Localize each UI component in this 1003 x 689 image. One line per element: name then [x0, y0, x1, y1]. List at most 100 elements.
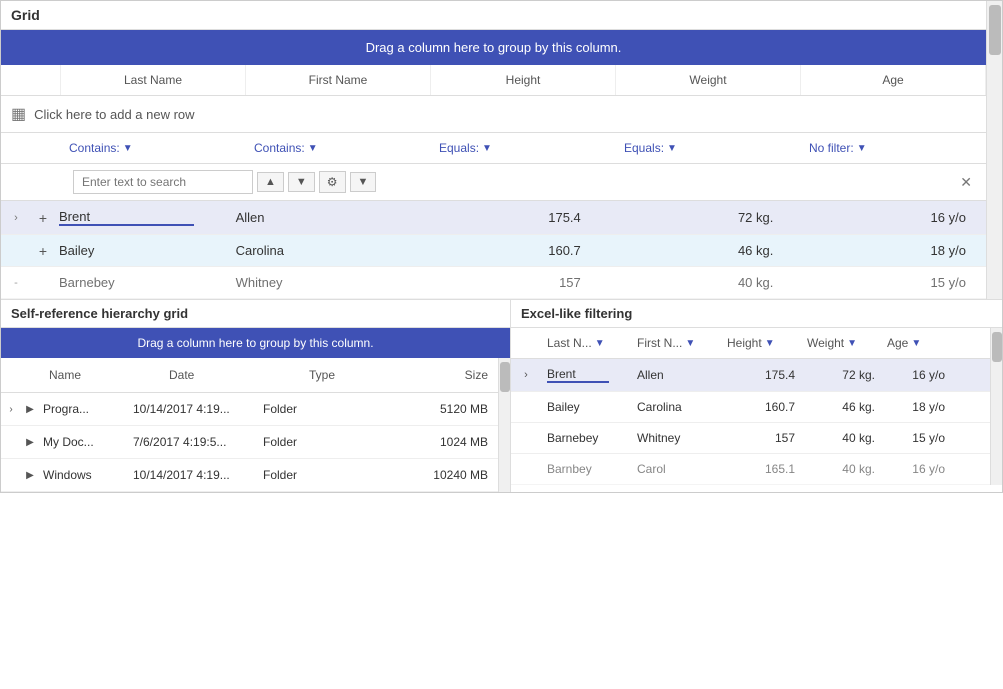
close-button[interactable]: ✕	[954, 172, 978, 193]
right-scrollbar[interactable]	[990, 328, 1002, 485]
filter-arrow-2[interactable]: ▼	[482, 143, 492, 154]
hier-col-size: Size	[381, 364, 498, 386]
left-scrollbar[interactable]	[498, 358, 510, 492]
top-scrollbar[interactable]	[986, 1, 1002, 299]
cell-age-1: 18 y/o	[793, 235, 986, 266]
col-header-firstname: First Name	[246, 65, 431, 95]
cell-firstname-0: Allen	[232, 202, 409, 233]
filter-label-1: Contains:	[254, 141, 305, 155]
table-icon: ▦	[11, 104, 26, 124]
filter-cell-lastname[interactable]: Contains: ▼	[61, 137, 246, 159]
hier-cell-size-1: 1024 MB	[329, 433, 498, 451]
excel-title: Excel-like filtering	[511, 300, 1002, 328]
excel-cell-a-3: 16 y/o	[881, 454, 951, 484]
row-add-0[interactable]: +	[31, 210, 55, 226]
hier-col-name: Name	[41, 364, 161, 386]
table-row: - Barnebey Whitney 157 40 kg. 15 y/o	[1, 267, 986, 299]
excel-cell-fn-0: Allen	[631, 360, 721, 390]
cell-lastname-1: Bailey	[55, 235, 232, 266]
excel-cell-ln-0: Brent	[541, 359, 631, 391]
row-add-1[interactable]: +	[31, 243, 55, 259]
row-expander-2[interactable]: -	[1, 277, 31, 289]
hier-inner-expand-0[interactable]: ▶	[21, 404, 39, 415]
row-expander-0[interactable]: ›	[1, 212, 31, 224]
search-dropdown-button[interactable]: ▼	[350, 172, 377, 192]
hier-inner-expand-2[interactable]: ▶	[21, 470, 39, 481]
filter-icon-3[interactable]: ▼	[847, 338, 857, 349]
filter-icon-2[interactable]: ▼	[765, 338, 775, 349]
table-row: + Bailey Carolina 160.7 46 kg. 18 y/o	[1, 235, 986, 267]
filter-cell-firstname[interactable]: Contains: ▼	[246, 137, 431, 159]
filter-arrow-0[interactable]: ▼	[123, 143, 133, 154]
excel-col-height: Height ▼	[721, 333, 801, 353]
top-section: Grid Drag a column here to group by this…	[1, 1, 1002, 299]
filter-arrow-4[interactable]: ▼	[857, 143, 867, 154]
excel-cell-h-1: 160.7	[721, 392, 801, 422]
search-up-button[interactable]: ▲	[257, 172, 284, 192]
cell-age-2: 15 y/o	[793, 267, 986, 298]
filter-label-2: Equals:	[439, 141, 479, 155]
grid-title: Grid	[1, 1, 986, 30]
bottom-panels: Self-reference hierarchy grid Drag a col…	[1, 299, 1002, 492]
hier-cell-size-2: 10240 MB	[329, 466, 498, 484]
hier-outer-expand-0[interactable]: ›	[1, 404, 21, 415]
left-scrollbar-thumb	[500, 362, 510, 392]
add-row-bar[interactable]: ▦ Click here to add a new row	[1, 96, 986, 133]
hier-title: Self-reference hierarchy grid	[1, 300, 510, 328]
excel-col-lastname: Last N... ▼	[541, 333, 631, 353]
filter-icon-4[interactable]: ▼	[911, 338, 921, 349]
excel-cell-a-2: 15 y/o	[881, 423, 951, 453]
cell-height-2: 157	[408, 267, 601, 298]
excel-cell-fn-3: Carol	[631, 454, 721, 484]
search-input[interactable]	[73, 170, 253, 194]
filter-arrow-1[interactable]: ▼	[308, 143, 318, 154]
hier-cell-type-0: Folder	[259, 400, 329, 418]
filter-arrow-3[interactable]: ▼	[667, 143, 677, 154]
excel-cell-fn-2: Whitney	[631, 423, 721, 453]
hier-banner: Drag a column here to group by this colu…	[1, 328, 510, 358]
excel-col-weight: Weight ▼	[801, 333, 881, 353]
cell-weight-0: 72 kg.	[601, 202, 794, 233]
right-panel: Excel-like filtering Last N... ▼ First N…	[511, 300, 1002, 492]
filter-cell-weight[interactable]: Equals: ▼	[616, 137, 801, 159]
hier-col-type: Type	[301, 364, 381, 386]
cell-firstname-1: Carolina	[232, 235, 409, 266]
gear-button[interactable]: ⚙	[319, 171, 346, 193]
hier-cell-type-2: Folder	[259, 466, 329, 484]
excel-cell-a-0: 16 y/o	[881, 360, 951, 390]
cell-firstname-2: Whitney	[232, 267, 409, 298]
excel-row: Barnebey Whitney 157 40 kg. 15 y/o	[511, 423, 990, 454]
excel-cell-w-2: 40 kg.	[801, 423, 881, 453]
excel-cell-ln-2: Barnebey	[541, 423, 631, 453]
excel-col-age: Age ▼	[881, 333, 951, 353]
excel-col-headers: Last N... ▼ First N... ▼ Height ▼ Weight…	[511, 328, 990, 359]
excel-col-firstname: First N... ▼	[631, 333, 721, 353]
add-row-text: Click here to add a new row	[34, 107, 194, 122]
cell-lastname-0: Brent	[55, 201, 232, 234]
cell-height-1: 160.7	[408, 235, 601, 266]
hier-row: ▶ My Doc... 7/6/2017 4:19:5... Folder 10…	[1, 426, 498, 459]
main-wrapper: Grid Drag a column here to group by this…	[0, 0, 1003, 493]
excel-cell-w-1: 46 kg.	[801, 392, 881, 422]
col-header-height: Height	[431, 65, 616, 95]
hier-cell-size-0: 5120 MB	[329, 400, 498, 418]
hier-row: ▶ Windows 10/14/2017 4:19... Folder 1024…	[1, 459, 498, 492]
col-header-weight: Weight	[616, 65, 801, 95]
hier-inner-expand-1[interactable]: ▶	[21, 437, 39, 448]
filter-icon-1[interactable]: ▼	[685, 338, 695, 349]
filter-icon-0[interactable]: ▼	[595, 338, 605, 349]
filter-cell-height[interactable]: Equals: ▼	[431, 137, 616, 159]
excel-expander-0[interactable]: ›	[511, 369, 541, 381]
hier-col-date: Date	[161, 364, 301, 386]
scrollbar-thumb	[989, 5, 1001, 55]
hier-cell-type-1: Folder	[259, 433, 329, 451]
col-header-lastname: Last Name	[61, 65, 246, 95]
search-down-button[interactable]: ▼	[288, 172, 315, 192]
right-scrollbar-thumb	[992, 332, 1002, 362]
cell-age-0: 16 y/o	[793, 202, 986, 233]
excel-cell-h-0: 175.4	[721, 360, 801, 390]
excel-cell-ln-1: Bailey	[541, 392, 631, 422]
cell-lastname-2: Barnebey	[55, 267, 232, 298]
filter-cell-age[interactable]: No filter: ▼	[801, 137, 986, 159]
cell-height-0: 175.4	[408, 202, 601, 233]
